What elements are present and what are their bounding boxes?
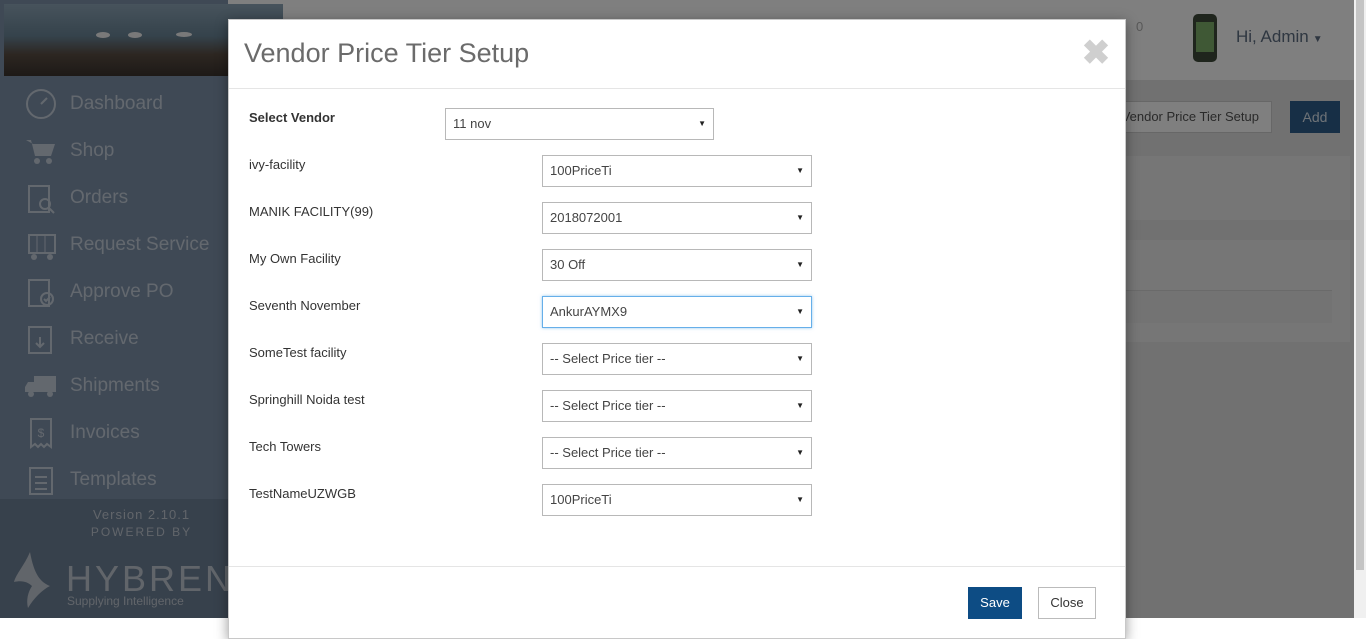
price-tier-select[interactable]: -- Select Price tier -- ▼ — [542, 390, 812, 422]
select-vendor-label: Select Vendor — [249, 110, 335, 125]
modal-header: Vendor Price Tier Setup ✖ — [229, 20, 1125, 89]
price-tier-value: -- Select Price tier -- — [550, 398, 666, 413]
caret-down-icon: ▼ — [796, 354, 804, 363]
save-button[interactable]: Save — [968, 587, 1022, 619]
facility-label: TestNameUZWGB — [249, 486, 356, 501]
vendor-select-value: 11 nov — [453, 116, 492, 131]
facility-label: ivy-facility — [249, 157, 306, 172]
caret-down-icon: ▼ — [796, 307, 804, 316]
price-tier-value: 2018072001 — [550, 210, 623, 225]
modal-footer: Save Close — [229, 566, 1125, 637]
facility-label: Springhill Noida test — [249, 392, 365, 407]
facility-label: My Own Facility — [249, 251, 341, 266]
price-tier-select[interactable]: 30 Off ▼ — [542, 249, 812, 281]
vendor-select[interactable]: 11 nov ▼ — [445, 108, 714, 140]
caret-down-icon: ▼ — [796, 401, 804, 410]
price-tier-value: -- Select Price tier -- — [550, 445, 666, 460]
close-button[interactable]: Close — [1038, 587, 1096, 619]
price-tier-select[interactable]: -- Select Price tier -- ▼ — [542, 343, 812, 375]
modal-title: Vendor Price Tier Setup — [244, 38, 530, 68]
close-icon[interactable]: ✖ — [1080, 36, 1112, 70]
price-tier-select[interactable]: -- Select Price tier -- ▼ — [542, 437, 812, 469]
price-tier-value: 100PriceTi — [550, 163, 612, 178]
price-tier-select[interactable]: 100PriceTi ▼ — [542, 155, 812, 187]
price-tier-select[interactable]: 2018072001 ▼ — [542, 202, 812, 234]
price-tier-value: AnkurAYMX9 — [550, 304, 628, 319]
page-scrollbar[interactable] — [1354, 0, 1366, 618]
caret-down-icon: ▼ — [796, 495, 804, 504]
caret-down-icon: ▼ — [796, 260, 804, 269]
facility-label: MANIK FACILITY(99) — [249, 204, 374, 219]
caret-down-icon: ▼ — [796, 448, 804, 457]
facility-label: SomeTest facility — [249, 345, 347, 360]
price-tier-value: -- Select Price tier -- — [550, 351, 666, 366]
facility-label: Tech Towers — [249, 439, 322, 454]
facility-label: Seventh November — [249, 298, 361, 313]
price-tier-select[interactable]: AnkurAYMX9 ▼ — [542, 296, 812, 328]
caret-down-icon: ▼ — [796, 166, 804, 175]
scrollbar-thumb[interactable] — [1356, 0, 1364, 570]
price-tier-value: 30 Off — [550, 257, 586, 272]
caret-down-icon: ▼ — [796, 213, 804, 222]
price-tier-value: 100PriceTi — [550, 492, 612, 507]
price-tier-select[interactable]: 100PriceTi ▼ — [542, 484, 812, 516]
vendor-price-tier-modal: Vendor Price Tier Setup ✖ Select Vendor … — [228, 19, 1126, 639]
caret-down-icon: ▼ — [698, 119, 706, 128]
